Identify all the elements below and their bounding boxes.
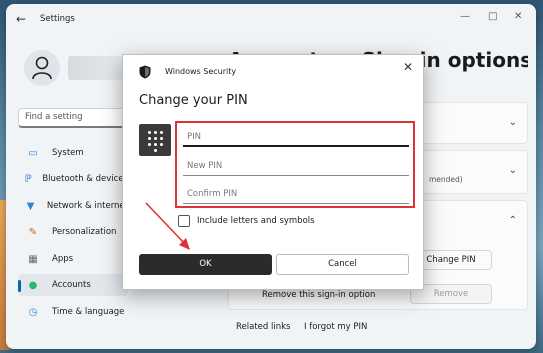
close-icon[interactable]: ✕ (403, 60, 413, 74)
new-pin-field[interactable]: New PIN (183, 156, 409, 176)
sidebar-item-system[interactable]: ▭ System (18, 142, 128, 164)
blurred-user-name (68, 56, 128, 80)
sidebar-item-accounts[interactable]: ● Accounts (18, 274, 128, 296)
chevron-up-icon[interactable]: ⌃ (509, 215, 517, 226)
remove-pin-text: Remove this sign-in option (262, 290, 376, 300)
user-icon (32, 56, 52, 80)
pin-fields-highlight: PIN New PIN Confirm PIN (175, 121, 415, 208)
sidebar-item-apps[interactable]: ▦ Apps (18, 248, 128, 270)
back-arrow-icon[interactable]: ← (16, 12, 26, 26)
apps-icon: ▦ (28, 253, 38, 265)
sidebar-item-network[interactable]: ▼ Network & internet (18, 195, 128, 217)
wifi-icon: ▼ (26, 200, 35, 212)
close-icon[interactable]: ✕ (514, 11, 522, 22)
pin-field[interactable]: PIN (183, 127, 409, 147)
sidebar-item-personalization[interactable]: ✎ Personalization (18, 221, 128, 243)
related-links-label: Related links (236, 322, 291, 332)
sidebar-item-label: Bluetooth & devices (42, 174, 128, 184)
minimize-icon[interactable]: — (460, 11, 470, 22)
cancel-button[interactable]: Cancel (276, 254, 409, 275)
sidebar-item-label: Accounts (52, 280, 91, 290)
shield-icon (139, 65, 151, 79)
chevron-down-icon: ⌄ (508, 165, 517, 176)
include-letters-label: Include letters and symbols (197, 216, 315, 226)
dialog-title: Change your PIN (139, 93, 248, 108)
sidebar-item-label: Time & language (52, 307, 125, 317)
chevron-down-icon: ⌄ (508, 117, 517, 128)
sidebar-item-label: Network & internet (46, 201, 128, 211)
monitor-icon: ▭ (28, 147, 38, 159)
sidebar-item-label: System (52, 148, 84, 158)
sidebar-item-label: Personalization (52, 227, 117, 237)
sidebar-item-bluetooth[interactable]: ℙ Bluetooth & devices (18, 168, 128, 190)
title-bar: ← Settings — □ ✕ (6, 4, 536, 34)
active-indicator (18, 280, 21, 292)
ok-button[interactable]: OK (139, 254, 272, 275)
sidebar-item-label: Apps (52, 254, 74, 264)
maximize-icon[interactable]: □ (488, 11, 497, 22)
include-letters-checkbox[interactable] (178, 215, 190, 227)
brush-icon: ✎ (28, 226, 38, 238)
forgot-pin-link[interactable]: I forgot my PIN (304, 322, 367, 332)
change-pin-dialog: Windows Security ✕ Change your PIN PIN N… (122, 54, 424, 290)
search-input[interactable]: Find a setting (18, 108, 126, 128)
pin-keypad-icon (139, 124, 171, 156)
clock-globe-icon: ◷ (28, 306, 38, 318)
app-title: Settings (40, 14, 75, 24)
bluetooth-icon: ℙ (24, 173, 32, 185)
confirm-pin-field[interactable]: Confirm PIN (183, 184, 409, 204)
avatar (24, 50, 60, 86)
dialog-source: Windows Security (165, 67, 237, 76)
card-subtitle: mended) (429, 175, 463, 184)
accounts-icon: ● (28, 279, 38, 291)
sidebar-item-time-language[interactable]: ◷ Time & language (18, 301, 128, 323)
